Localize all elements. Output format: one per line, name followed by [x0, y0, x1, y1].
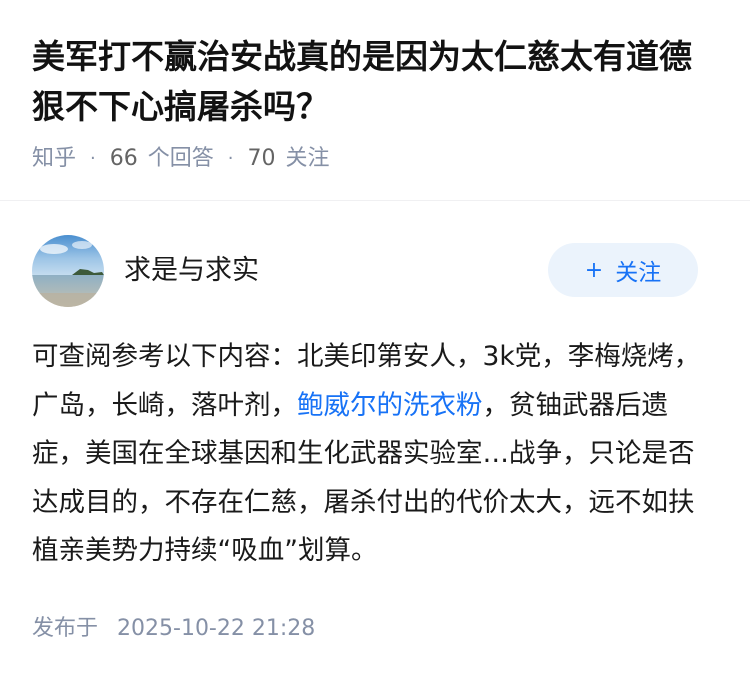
question-header: 美军打不赢治安战真的是因为太仁慈太有道德狠不下心搞屠杀吗？ 知乎 · 66 个回…	[0, 0, 750, 200]
author-name[interactable]: 求是与求实	[124, 248, 259, 287]
follow-button-label: 关注	[615, 260, 662, 286]
answers-count: 66	[109, 146, 138, 171]
section-divider	[0, 200, 750, 201]
follow-button[interactable]: + 关注	[548, 243, 698, 297]
publish-time: 2025-10-22 21:28	[117, 616, 316, 641]
followers-label: 关注	[285, 146, 330, 171]
question-title[interactable]: 美军打不赢治安战真的是因为太仁慈太有道德狠不下心搞屠杀吗？	[32, 32, 718, 132]
answer-link[interactable]: 鲍威尔的洗衣粉	[297, 390, 483, 421]
publish-info: 发布于 2025-10-22 21:28	[32, 610, 315, 642]
beach-avatar-icon	[32, 235, 104, 307]
meta-separator: ·	[227, 148, 234, 169]
author-row: 求是与求实 + 关注	[32, 235, 718, 307]
answer-content: 可查阅参考以下内容：北美印第安人，3k党，李梅烧烤，广岛，长崎，落叶剂，鲍威尔的…	[32, 333, 718, 576]
avatar[interactable]	[32, 235, 104, 307]
source-label: 知乎	[32, 146, 77, 171]
publish-label: 发布于	[32, 616, 99, 641]
answer-page: 美军打不赢治安战真的是因为太仁慈太有道德狠不下心搞屠杀吗？ 知乎 · 66 个回…	[0, 0, 750, 676]
answer-card: 求是与求实 + 关注 可查阅参考以下内容：北美印第安人，3k党，李梅烧烤，广岛，…	[0, 235, 750, 576]
meta-separator: ·	[90, 148, 96, 169]
plus-icon: +	[584, 257, 604, 283]
followers-count: 70	[247, 146, 276, 171]
answers-label[interactable]: 个回答	[148, 144, 214, 174]
question-meta: 知乎 · 66 个回答 · 70 关注	[32, 144, 718, 174]
